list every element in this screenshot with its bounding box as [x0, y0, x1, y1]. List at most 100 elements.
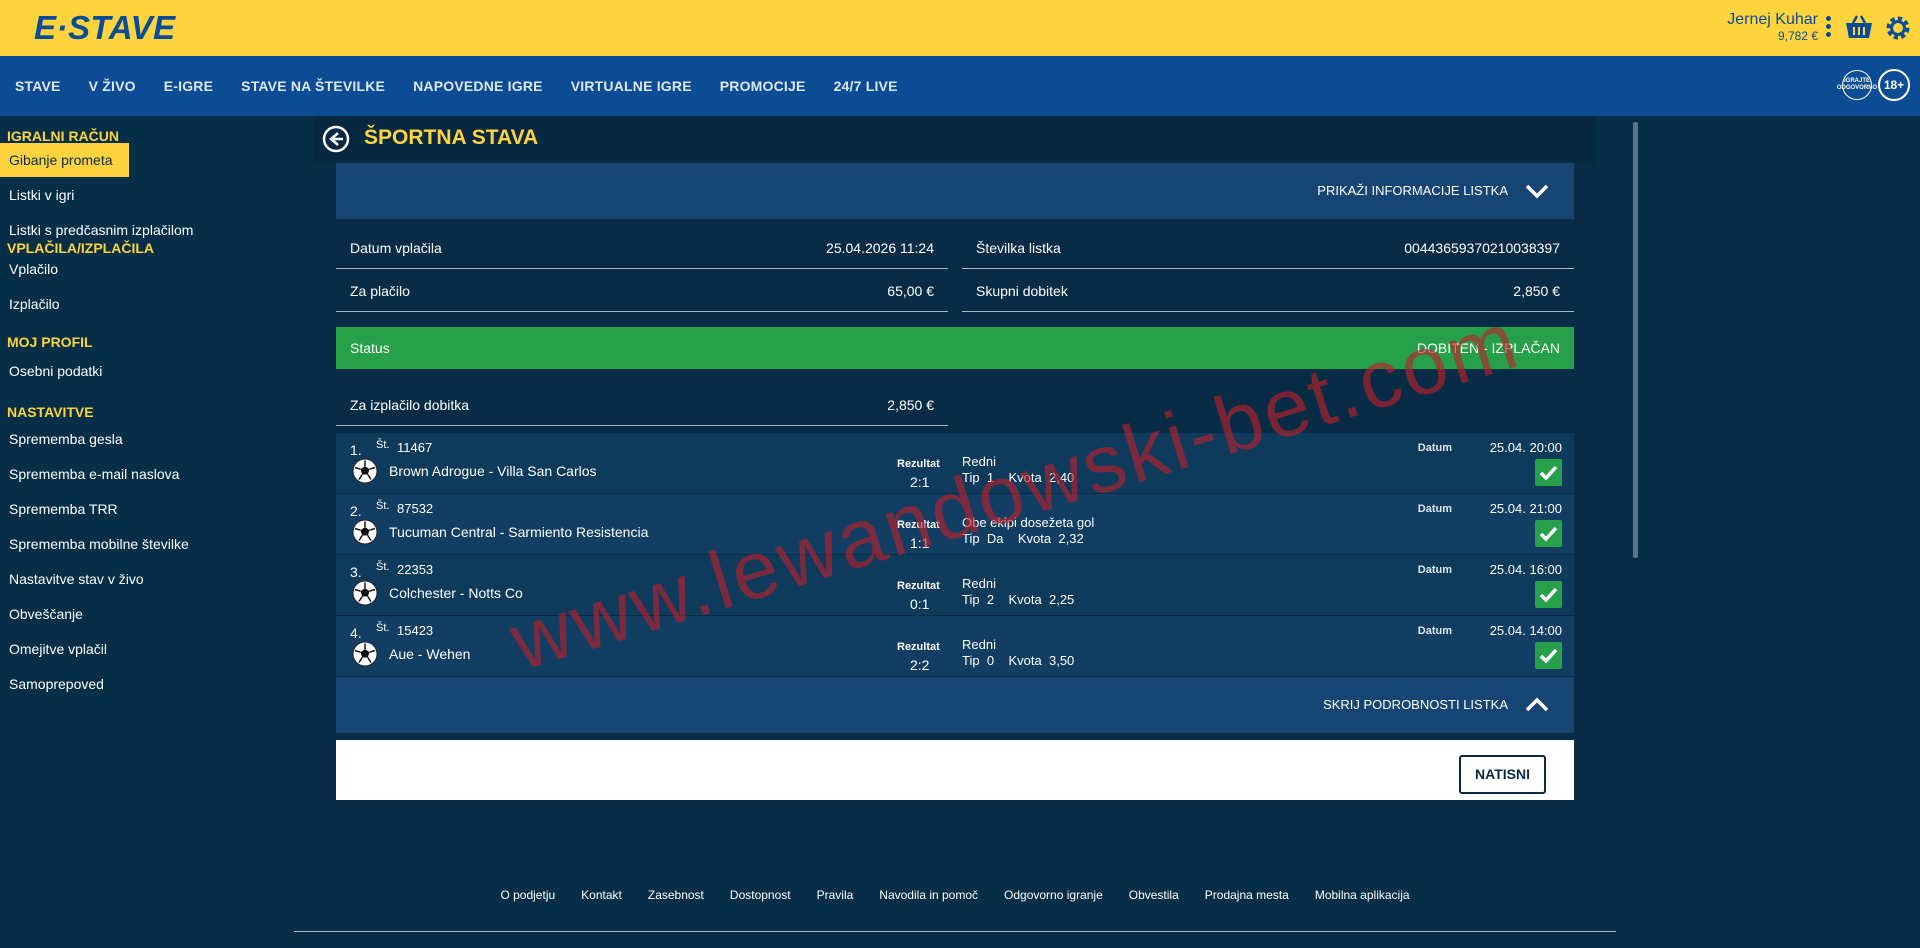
nav-item-2[interactable]: E-IGRE	[164, 78, 213, 94]
sidebar-item[interactable]: Vplačilo	[0, 252, 58, 286]
result-value: 1:1	[910, 535, 930, 551]
date-label: Datum	[1417, 442, 1452, 454]
more-menu-icon[interactable]	[1826, 16, 1832, 40]
result-value: 2:2	[910, 657, 930, 673]
footer-link[interactable]: Obvestila	[1129, 888, 1179, 902]
event-row: 1. Št. 11467 Brown Adrogue - Villa San Carl…	[336, 433, 1574, 494]
sidebar-item[interactable]: Sprememba e-mail naslova	[0, 457, 179, 491]
sidebar-item[interactable]: Sprememba gesla	[0, 422, 123, 456]
sidebar-section-title: MOJ PROFIL	[7, 334, 93, 350]
brand-logo[interactable]: E·STAVE	[34, 9, 176, 47]
tip-odds: Tip 1 Kvota 2,40	[962, 470, 1074, 485]
tip-odds: Tip 2 Kvota 2,25	[962, 592, 1074, 607]
odds-label: Kvota	[1008, 653, 1042, 668]
footer-link[interactable]: Odgovorno igranje	[1004, 888, 1103, 902]
date-label: Datum	[1417, 564, 1452, 576]
won-check-icon	[1535, 642, 1562, 669]
total-win-value: 2,850 €	[1513, 283, 1560, 299]
event-id-label: Št.	[376, 622, 390, 634]
footer-link[interactable]: Dostopnost	[730, 888, 791, 902]
soccer-ball-icon	[352, 641, 378, 667]
sidebar-item[interactable]: Samoprepoved	[0, 667, 104, 701]
nav-item-4[interactable]: NAPOVEDNE IGRE	[413, 78, 543, 94]
result-value: 2:1	[910, 474, 930, 490]
deposit-date-label: Datum vplačila	[350, 240, 442, 256]
title-row: ŠPORTNA STAVA	[314, 116, 1596, 162]
result-label: Rezultat	[897, 641, 940, 653]
odds-value: 2,40	[1048, 470, 1075, 485]
won-check-icon	[1535, 520, 1562, 547]
event-date: 25.04. 21:00	[1489, 501, 1562, 516]
result-label: Rezultat	[897, 580, 940, 592]
sidebar-item[interactable]: Izplačilo	[0, 287, 60, 321]
footer-link[interactable]: Pravila	[817, 888, 854, 902]
footer-link[interactable]: Navodila in pomoč	[879, 888, 978, 902]
back-icon[interactable]	[322, 125, 350, 153]
gear-icon[interactable]	[1884, 14, 1912, 42]
total-win-label: Skupni dobitek	[976, 283, 1068, 299]
sidebar-item[interactable]: Listki v igri	[0, 178, 74, 212]
nav-item-7[interactable]: 24/7 LIVE	[834, 78, 898, 94]
show-info-toggle[interactable]: PRIKAŽI INFORMACIJE LISTKA	[336, 163, 1574, 219]
result-label: Rezultat	[897, 458, 940, 470]
nav-item-5[interactable]: VIRTUALNE IGRE	[571, 78, 692, 94]
sidebar-item[interactable]: Obveščanje	[0, 597, 83, 631]
print-button[interactable]: NATISNI	[1459, 755, 1546, 794]
footer-link[interactable]: Prodajna mesta	[1205, 888, 1289, 902]
footer-link[interactable]: Kontakt	[581, 888, 622, 902]
sidebar-item[interactable]: Sprememba TRR	[0, 492, 118, 526]
event-id-label: Št.	[376, 439, 390, 451]
odds-value: 2,32	[1058, 531, 1084, 546]
basket-icon[interactable]	[1844, 14, 1874, 40]
result-label: Rezultat	[897, 519, 940, 531]
tip-odds: Tip 0 Kvota 3,50	[962, 653, 1074, 668]
tip-label: Tip	[962, 531, 980, 546]
odds-label: Kvota	[1017, 531, 1052, 546]
ticket-number-value: 0044365937021003839​7	[1404, 240, 1560, 256]
event-match: Colchester - Notts Co	[389, 585, 523, 601]
payout-value: 2,850 €	[887, 397, 934, 413]
footer-link[interactable]: O podjetju	[500, 888, 555, 902]
footer-link[interactable]: Zasebnost	[648, 888, 704, 902]
footer-divider	[294, 931, 1616, 932]
status-bar: Status DOBITEN - IZPLAČAN	[336, 327, 1574, 369]
event-number: 2.	[350, 503, 362, 519]
user-info[interactable]: Jernej Kuhar 9,782 €	[1727, 11, 1818, 43]
event-id: 22353	[397, 562, 434, 577]
sidebar-item[interactable]: Omejitve vplačil	[0, 632, 107, 666]
sidebar-item[interactable]: Osebni podatki	[0, 354, 102, 388]
event-date: 25.04. 20:00	[1489, 440, 1562, 455]
event-id: 11467	[397, 440, 433, 455]
result-value: 0:1	[910, 596, 930, 612]
odds-value: 2,25	[1048, 592, 1075, 607]
won-check-icon	[1535, 581, 1562, 608]
sidebar-item[interactable]: Sprememba mobilne številke	[0, 527, 189, 561]
event-date: 25.04. 14:00	[1489, 623, 1562, 638]
sidebar-item[interactable]: Nastavitve stav v živo	[0, 562, 144, 596]
tip-value: 0	[986, 653, 995, 668]
deposit-date-value: 25.04.2026 11:24	[826, 240, 934, 256]
nav-item-1[interactable]: V ŽIVO	[89, 78, 136, 94]
tip-label: Tip	[962, 592, 980, 607]
hide-details-toggle[interactable]: SKRIJ PODROBNOSTI LISTKA	[336, 677, 1574, 733]
tip-value: 1	[986, 470, 995, 485]
chevron-down-icon	[1525, 184, 1549, 199]
payout-row: Za izplačilo dobitka 2,850 €	[336, 383, 948, 426]
date-label: Datum	[1417, 625, 1452, 637]
footer-link[interactable]: Mobilna aplikacija	[1315, 888, 1410, 902]
payout-label: Za izplačilo dobitka	[350, 397, 470, 413]
responsible-gaming-badge[interactable]: IGRAJTE ODGOVORNO	[1837, 70, 1877, 100]
soccer-ball-icon	[352, 580, 378, 606]
age-18-badge: 18+	[1878, 69, 1910, 101]
sidebar-section-title: NASTAVITVE	[7, 404, 94, 420]
to-pay-value: 65,00 €	[887, 283, 934, 299]
scrollbar[interactable]	[1633, 122, 1638, 558]
sidebar-item[interactable]: Gibanje prometa	[0, 143, 129, 177]
event-match: Tucuman Central - Sarmiento Resistencia	[389, 524, 649, 540]
event-row: 4. Št. 15423 Aue - Wehen Rezultat 2:2 Redni Dat…	[336, 616, 1574, 677]
nav-item-3[interactable]: STAVE NA ŠTEVILKE	[241, 78, 385, 94]
event-match: Brown Adrogue - Villa San Carlos	[389, 463, 597, 479]
nav-item-6[interactable]: PROMOCIJE	[720, 78, 806, 94]
user-balance: 9,782 €	[1777, 29, 1818, 43]
nav-item-0[interactable]: STAVE	[15, 78, 61, 94]
